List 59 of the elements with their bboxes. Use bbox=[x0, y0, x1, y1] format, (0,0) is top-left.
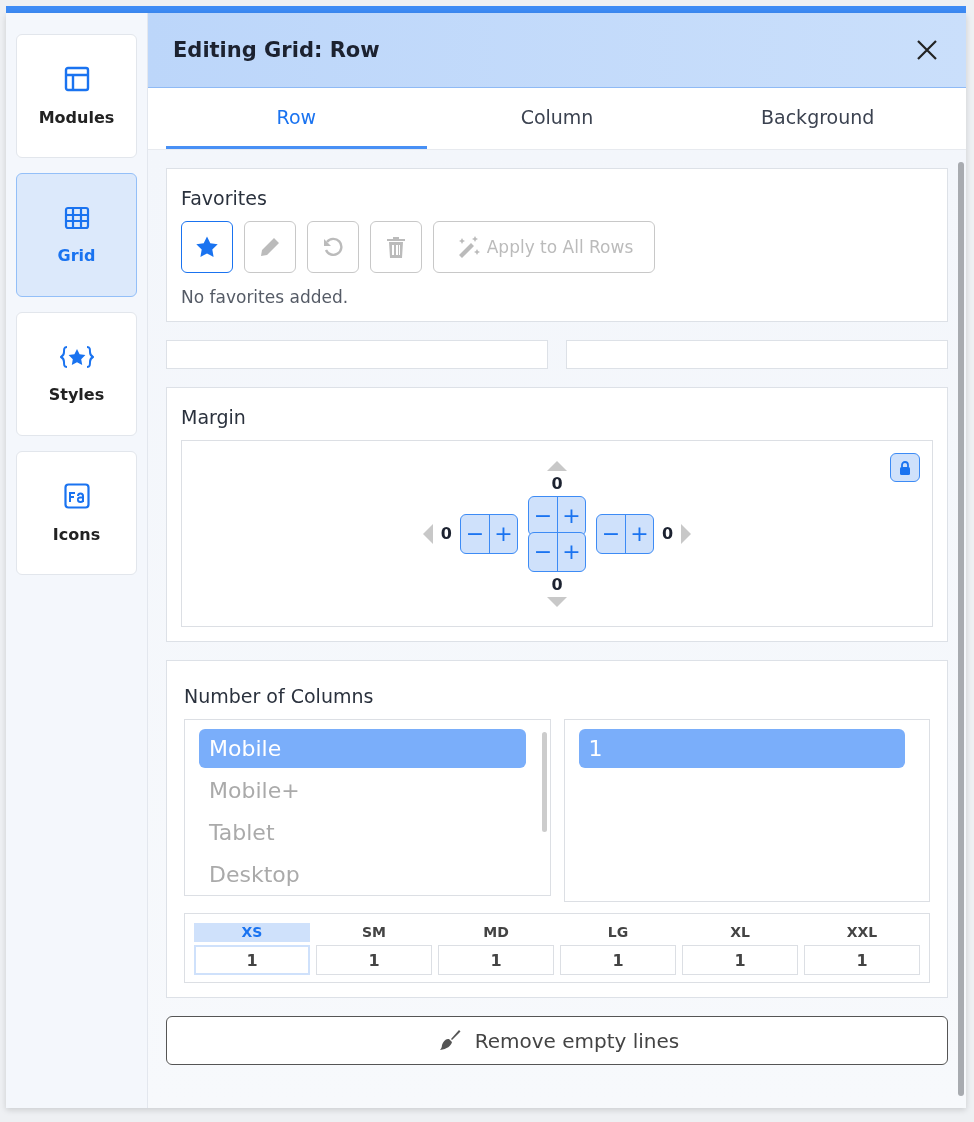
margin-value: 0 bbox=[551, 574, 563, 594]
pencil-icon bbox=[259, 236, 281, 258]
breakpoint-label: SM bbox=[361, 923, 387, 942]
list-option[interactable]: Desktop bbox=[199, 855, 526, 897]
tab[interactable]: Column bbox=[426, 88, 688, 149]
list-option[interactable]: Mobile bbox=[199, 729, 526, 768]
column-count-listbox[interactable]: 1 bbox=[563, 719, 930, 902]
device-listbox[interactable]: Mobile Mobile+ Tablet Desktop bbox=[184, 719, 551, 896]
left-arrow-icon bbox=[422, 523, 433, 544]
column-count-input[interactable]: 1 bbox=[438, 945, 554, 975]
breakpoint-label: LG bbox=[606, 923, 630, 942]
scrollbar[interactable] bbox=[541, 732, 547, 832]
increment-button[interactable]: + bbox=[557, 532, 585, 571]
braces-star-icon bbox=[59, 344, 94, 369]
column-count-input[interactable]: 1 bbox=[804, 945, 920, 975]
decrement-button[interactable]: − bbox=[529, 496, 557, 535]
remove-empty-lines-button[interactable]: Remove empty lines bbox=[166, 1016, 948, 1065]
margin-value: 0 bbox=[440, 524, 452, 543]
trash-icon bbox=[386, 236, 406, 258]
empty-message: No favorites added. bbox=[181, 287, 350, 307]
list-option[interactable]: 1 bbox=[578, 729, 905, 768]
list-option[interactable]: Mobile+ bbox=[199, 771, 526, 813]
breakpoint-label: XXL bbox=[845, 923, 879, 942]
star-button[interactable] bbox=[181, 221, 233, 273]
tab[interactable]: Background bbox=[687, 88, 948, 149]
breakpoint-label: MD bbox=[482, 923, 510, 942]
right-arrow-icon bbox=[681, 523, 692, 544]
breakpoint-label: XS bbox=[194, 923, 310, 942]
dialog-title: Editing Grid: Row bbox=[173, 38, 380, 62]
sidebar-item[interactable]: Modules bbox=[16, 34, 137, 158]
section-title: Margin bbox=[181, 406, 247, 428]
up-arrow-icon bbox=[547, 460, 567, 471]
increment-button[interactable]: + bbox=[625, 514, 653, 553]
decrement-button[interactable]: − bbox=[529, 532, 557, 571]
column-count-input[interactable]: 1 bbox=[316, 945, 432, 975]
section-title: Favorites bbox=[181, 187, 268, 209]
increment-button[interactable]: + bbox=[489, 514, 517, 553]
fa-icon bbox=[63, 482, 90, 509]
section-title: Number of Columns bbox=[184, 685, 375, 707]
decrement-button[interactable]: − bbox=[597, 514, 625, 553]
lock-icon bbox=[899, 460, 911, 475]
breakpoint-label: XL bbox=[729, 923, 751, 942]
sidebar-item[interactable]: Icons bbox=[16, 451, 137, 575]
column-count-input[interactable]: 1 bbox=[682, 945, 798, 975]
margin-value: 0 bbox=[551, 473, 563, 493]
close-button[interactable] bbox=[916, 39, 938, 61]
lock-button[interactable] bbox=[890, 453, 920, 482]
undo-icon bbox=[322, 236, 344, 258]
grid-icon bbox=[63, 205, 90, 230]
column-count-input[interactable]: 1 bbox=[194, 945, 310, 975]
star-icon bbox=[195, 235, 219, 259]
layout-icon bbox=[63, 65, 90, 92]
margin-value: 0 bbox=[662, 524, 674, 543]
list-option[interactable]: Tablet bbox=[199, 813, 526, 855]
sidebar-item[interactable]: Styles bbox=[16, 312, 137, 436]
down-arrow-icon bbox=[547, 596, 567, 607]
sidebar-item[interactable]: Grid bbox=[16, 173, 137, 297]
decrement-button[interactable]: − bbox=[461, 514, 489, 553]
column-count-input[interactable]: 1 bbox=[560, 945, 676, 975]
